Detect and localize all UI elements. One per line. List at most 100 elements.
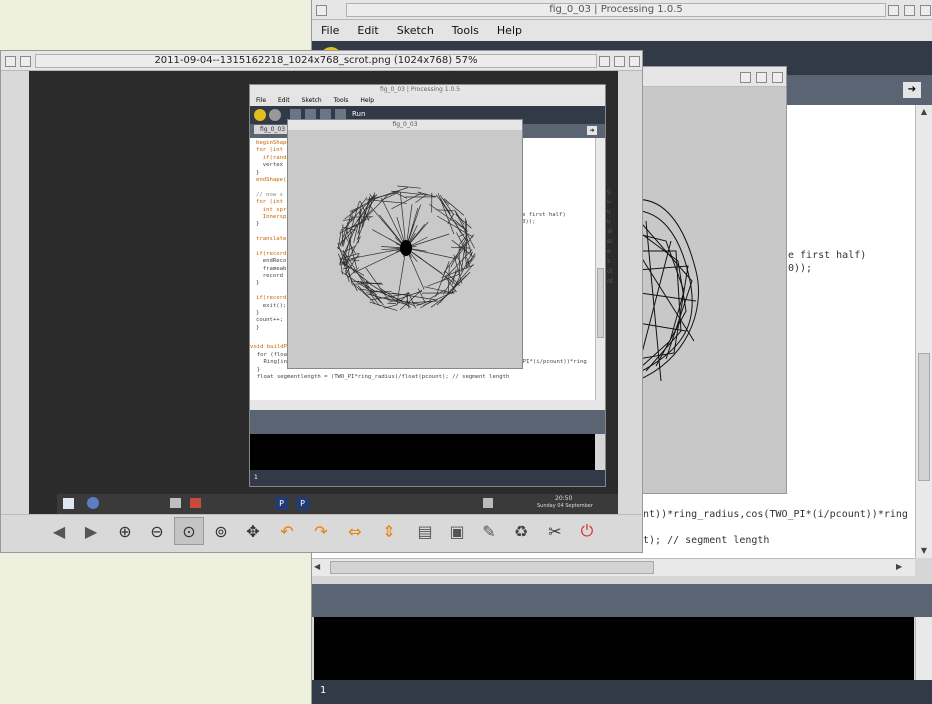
inner-run-label: Run [352,110,366,118]
maximize-button[interactable] [756,72,767,83]
inner-sketch-title: fig_0_03 [392,121,418,128]
inner-scroll-thumb [597,268,604,338]
inner-code-line: if(rand [256,154,287,161]
side-letter: al [607,228,613,235]
minimize-button[interactable] [888,5,899,16]
quit-icon[interactable]: ⏻ [572,517,602,545]
zoom-fit-icon[interactable]: ⊙ [174,517,204,545]
sketch-back-canvas [625,91,781,483]
menu-edit[interactable]: Edit [348,20,387,41]
inner-message [250,410,605,434]
scroll-right-icon[interactable]: ▶ [896,560,902,574]
sketch-back-titlebar[interactable] [626,67,786,87]
image-canvas[interactable]: fig_0_03 | Processing 1.0.5 File Edit Sk… [29,71,618,514]
preferences-icon[interactable]: ✂ [540,517,570,545]
side-letter: u [607,218,611,225]
sketch-window-back [625,66,787,494]
inner-code-line: for (int [256,147,283,154]
inner-code-line: endShape( [256,176,287,183]
scroll-down-icon[interactable]: ▼ [916,544,932,558]
close-button[interactable] [772,72,783,83]
maximize-button[interactable] [614,56,625,67]
inner-tab-arrow-icon: ➔ [587,126,597,135]
save-as-icon[interactable]: ✎ [474,517,504,545]
processing-titlebar[interactable]: fig_0_03 | Processing 1.0.5 [312,0,932,20]
inner-code-line: if(record [256,250,287,257]
console [314,617,914,680]
processing-title: fig_0_03 | Processing 1.0.5 [346,3,886,17]
previous-icon[interactable]: ◀ [44,517,74,545]
inner-code-line: for (int [256,199,283,206]
inner-code-line: float segmentlength = (TWO_PI*ring_radiu… [250,374,510,381]
side-letter: u [607,198,611,205]
inner-code-line: record [256,273,283,280]
inner-editor-scrollbar [595,138,605,400]
rotate-left-icon[interactable]: ↶ [272,517,302,545]
side-letter: u [607,208,611,215]
flip-vertical-icon[interactable]: ⇕ [374,517,404,545]
inner-code-line: } [256,169,260,176]
rotate-right-icon[interactable]: ↷ [306,517,336,545]
scroll-up-icon[interactable]: ▲ [916,105,932,119]
inner-code-line: if(record [256,295,287,302]
window-menu-button[interactable] [5,56,16,67]
maximize-button[interactable] [904,5,915,16]
close-button[interactable] [629,56,640,67]
inner-tab: fig_0_03 [254,125,292,134]
inner-clock-time: 20:50 [555,495,573,502]
console-vscrollbar[interactable] [915,617,932,680]
inner-menu-help: Help [360,97,375,104]
zoom-100-icon[interactable]: ⊚ [206,517,236,545]
menu-help[interactable]: Help [488,20,531,41]
processing-menubar: File Edit Sketch Tools Help [312,20,932,41]
line-number: 1 [320,685,327,696]
inner-processing-task-1: P [275,497,288,510]
inner-status: 1 [250,470,605,486]
side-letter: er [607,238,614,245]
close-button[interactable] [920,5,931,16]
inner-code-line: // now s [256,191,283,198]
inner-code-block: beginShape for (int if(rand vertex} endSha… [256,140,290,332]
inner-stop-icon [269,109,281,121]
inner-code-line: count++; [256,317,283,324]
inner-code-line [256,184,290,191]
inner-code-line: } [256,324,260,331]
inner-code-line: endRecor [256,258,290,265]
side-letter: ot [607,278,614,285]
open-icon[interactable]: ▤ [410,517,440,545]
tab-menu-icon[interactable]: ➔ [903,82,921,98]
inner-code-line [256,229,290,236]
zoom-out-icon[interactable]: ⊖ [142,517,172,545]
zoom-in-icon[interactable]: ⊕ [110,517,140,545]
side-letter: s [607,258,611,265]
viewer-title: 2011-09-04--1315162218_1024x768_scrot.pn… [35,54,597,68]
viewer-titlebar[interactable]: 2011-09-04--1315162218_1024x768_scrot.pn… [1,51,642,71]
inner-sketch-titlebar: fig_0_03 [288,120,522,130]
inner-code-line [256,288,290,295]
editor-vscrollbar[interactable]: ▲ ▼ [915,105,932,558]
delete-icon[interactable]: ♻ [506,517,536,545]
menu-sketch[interactable]: Sketch [388,20,443,41]
inner-app-icon [63,498,74,509]
save-icon[interactable]: ▣ [442,517,472,545]
hscroll-thumb[interactable] [330,561,654,574]
inner-title: fig_0_03 | Processing 1.0.5 [379,86,461,93]
shade-button[interactable] [20,56,31,67]
inner-code-line: } [256,309,260,316]
menu-tools[interactable]: Tools [443,20,488,41]
next-icon[interactable]: ▶ [76,517,106,545]
menu-file[interactable]: File [312,20,348,41]
flip-horizontal-icon[interactable]: ⇔ [340,517,370,545]
scroll-thumb[interactable] [918,353,930,481]
minimize-button[interactable] [740,72,751,83]
editor-hscrollbar[interactable]: ◀ ▶ [312,558,915,576]
minimize-button[interactable] [599,56,610,67]
image-viewer-window: 2011-09-04--1315162218_1024x768_scrot.pn… [0,50,643,553]
fullscreen-icon[interactable]: ✥ [238,517,268,545]
inner-processing-task-2: P [296,497,309,510]
divider[interactable] [312,576,932,584]
inner-menu-edit: Edit [277,97,290,104]
window-menu-button[interactable] [316,5,327,16]
inner-code-line: beginShape [256,140,290,146]
scroll-left-icon[interactable]: ◀ [314,560,320,574]
